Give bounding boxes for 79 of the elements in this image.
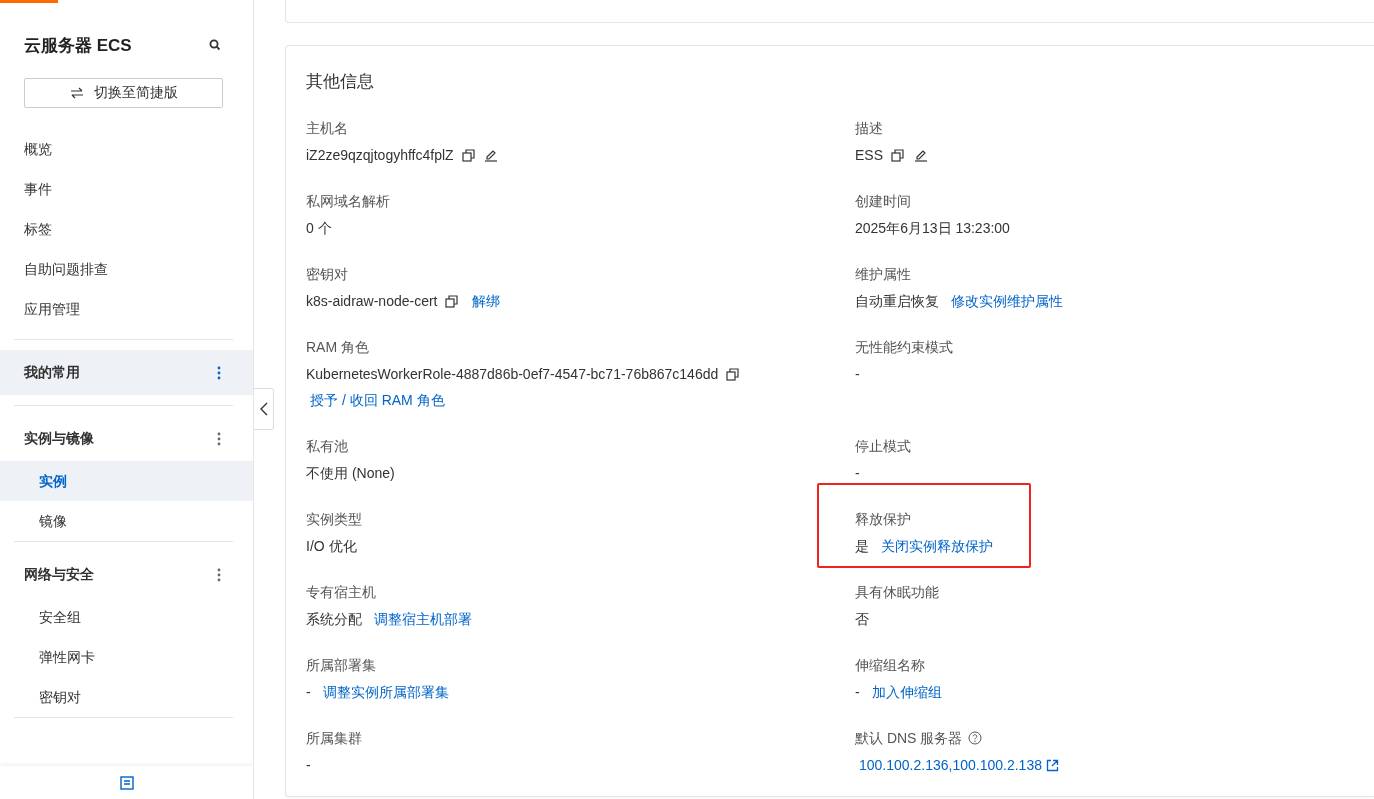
field-label: 创建时间 <box>855 192 911 211</box>
action-link[interactable]: / 收回 RAM 角色 <box>342 392 445 408</box>
field-label: 主机名 <box>306 119 348 138</box>
field-value: 否 <box>855 611 869 627</box>
nav-item[interactable]: 事件 <box>0 169 253 209</box>
nav-item[interactable]: 弹性网卡 <box>0 637 253 677</box>
field-value: KubernetesWorkerRole-4887d86b-0ef7-4547-bc71-76b867c146dd <box>306 366 719 382</box>
chevron-left-icon <box>259 402 268 416</box>
action-link[interactable]: 解绑 <box>472 293 501 309</box>
field-value: I/O 优化 <box>306 538 357 554</box>
edit-icon[interactable] <box>913 148 928 162</box>
field-label: 所属集群 <box>306 729 362 748</box>
action-link[interactable]: 授予 <box>310 392 338 408</box>
nav-item[interactable]: 密钥对 <box>0 677 253 717</box>
field-label: 无性能约束模式 <box>855 338 953 357</box>
card-title: 其他信息 <box>306 71 375 93</box>
nav-group-header[interactable]: 网络与安全 <box>0 552 253 597</box>
field-value: 2025年6月13日 13:23:00 <box>855 220 1010 236</box>
field-value: - <box>306 684 311 700</box>
action-link[interactable]: 修改实例维护属性 <box>950 293 1063 309</box>
field-label: 专有宿主机 <box>306 583 376 602</box>
field-value: - <box>855 366 860 382</box>
action-link[interactable]: 加入伸缩组 <box>871 684 942 700</box>
field-label: 私网域名解析 <box>306 192 390 211</box>
list-icon[interactable] <box>119 775 134 790</box>
field-value: 不使用 (None) <box>306 465 395 481</box>
external-link-icon[interactable] <box>1045 759 1059 772</box>
group-title: 网络与安全 <box>24 565 94 584</box>
field-label: 释放保护 <box>855 510 911 529</box>
field-label: 实例类型 <box>306 510 362 529</box>
nav-item[interactable]: 实例 <box>0 461 253 501</box>
action-link[interactable]: 100.100.2.136,100.100.2.138 <box>859 757 1042 773</box>
field-value: - <box>855 465 860 481</box>
nav-item[interactable]: 镜像 <box>0 501 253 541</box>
field-value: k8s-aidraw-node-cert <box>306 293 438 309</box>
field-value: ESS <box>855 147 883 163</box>
more-icon[interactable] <box>217 365 221 380</box>
field-label: 密钥对 <box>306 265 348 284</box>
field-value: - <box>855 684 860 700</box>
field-label: 私有池 <box>306 437 348 456</box>
nav-item[interactable]: 应用管理 <box>0 289 253 329</box>
field-value: 0 个 <box>306 220 332 236</box>
field-label: 停止模式 <box>855 437 911 456</box>
field-label: 伸缩组名称 <box>855 656 925 675</box>
action-link[interactable]: 调整实例所属部署集 <box>322 684 449 700</box>
field-value: 是 <box>855 538 869 554</box>
copy-icon[interactable] <box>461 149 475 162</box>
field-label: 默认 DNS 服务器 <box>855 729 963 748</box>
nav-item[interactable]: 概览 <box>0 129 253 169</box>
more-icon[interactable] <box>217 567 221 582</box>
field-value: - <box>306 757 311 773</box>
switch-button[interactable]: 切换至简捷版 <box>24 78 223 108</box>
copy-icon[interactable] <box>445 295 459 308</box>
nav-group-header[interactable]: 实例与镜像 <box>0 416 253 461</box>
field-value: 系统分配 <box>306 611 362 627</box>
field-label: 描述 <box>855 119 883 138</box>
collapse-button[interactable] <box>254 388 274 430</box>
sidebar-title: 云服务器 ECS <box>24 34 132 57</box>
field-label: 所属部署集 <box>306 656 376 675</box>
search-icon[interactable] <box>209 39 221 51</box>
field-label: RAM 角色 <box>306 338 369 357</box>
field-label: 维护属性 <box>855 265 911 284</box>
action-link[interactable]: 调整宿主机部署 <box>373 611 472 627</box>
group-title: 实例与镜像 <box>24 429 94 448</box>
more-icon[interactable] <box>217 431 221 446</box>
copy-icon[interactable] <box>890 149 904 162</box>
swap-icon <box>69 87 84 99</box>
help-icon[interactable] <box>968 731 983 745</box>
copy-icon[interactable] <box>726 368 740 381</box>
group-title: 我的常用 <box>24 363 80 382</box>
field-label: 具有休眠功能 <box>855 583 939 602</box>
nav-item[interactable]: 标签 <box>0 209 253 249</box>
edit-icon[interactable] <box>484 148 499 162</box>
field-value: iZ2ze9qzqjtogyhffc4fplZ <box>306 147 454 163</box>
action-link[interactable]: 关闭实例释放保护 <box>880 538 993 554</box>
field-value: 自动重启恢复 <box>855 293 939 309</box>
nav-item[interactable]: 自助问题排查 <box>0 249 253 289</box>
nav-group-header[interactable]: 我的常用 <box>0 350 253 395</box>
nav-item[interactable]: 安全组 <box>0 597 253 637</box>
